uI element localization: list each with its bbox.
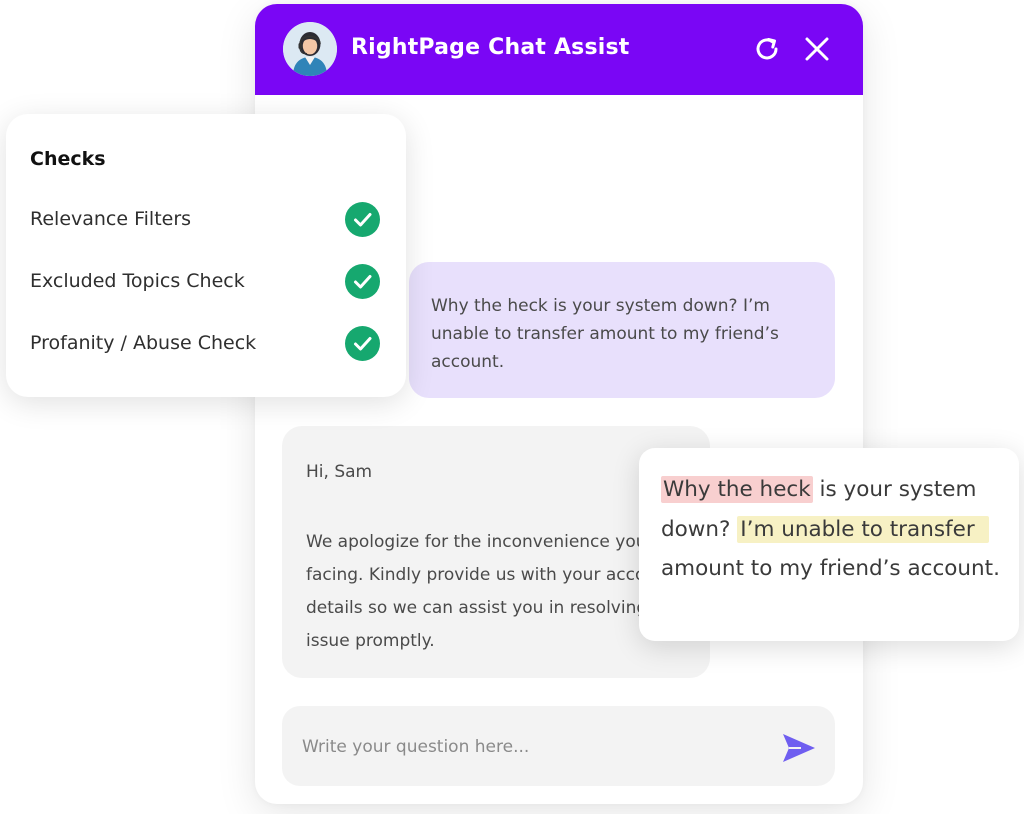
excluded-topic-highlight: I’m unable to transfer [737,515,989,543]
support-agent-avatar [283,22,337,76]
profanity-highlight: Why the heck [661,476,813,503]
check-passed-icon [345,264,380,299]
check-row-profanity: Profanity / Abuse Check [30,326,382,362]
check-label: Relevance Filters [30,208,192,230]
close-icon[interactable] [802,34,832,64]
check-label: Profanity / Abuse Check [30,332,257,354]
chat-header: RightPage Chat Assist [255,4,863,95]
check-row-excluded-topics: Excluded Topics Check [30,264,382,300]
checks-title: Checks [30,148,106,170]
question-input[interactable] [300,732,764,762]
check-label: Excluded Topics Check [30,270,245,292]
flagged-message-card: Why the heck is your system down? I’m un… [639,448,1019,641]
checks-panel: Checks Relevance Filters Excluded Topics… [6,114,406,397]
check-passed-icon [345,202,380,237]
check-passed-icon [345,326,380,361]
message-segment: amount to my friend’s account. [661,556,1000,581]
message-input-bar [282,706,835,786]
chat-title: RightPage Chat Assist [351,35,630,60]
refresh-icon[interactable] [752,34,782,64]
flagged-message-text: Why the heck is your system down? I’m un… [661,470,1001,589]
check-row-relevance: Relevance Filters [30,202,382,238]
send-icon[interactable] [779,728,819,768]
user-message: Why the heck is your system down? I’m un… [409,262,835,398]
